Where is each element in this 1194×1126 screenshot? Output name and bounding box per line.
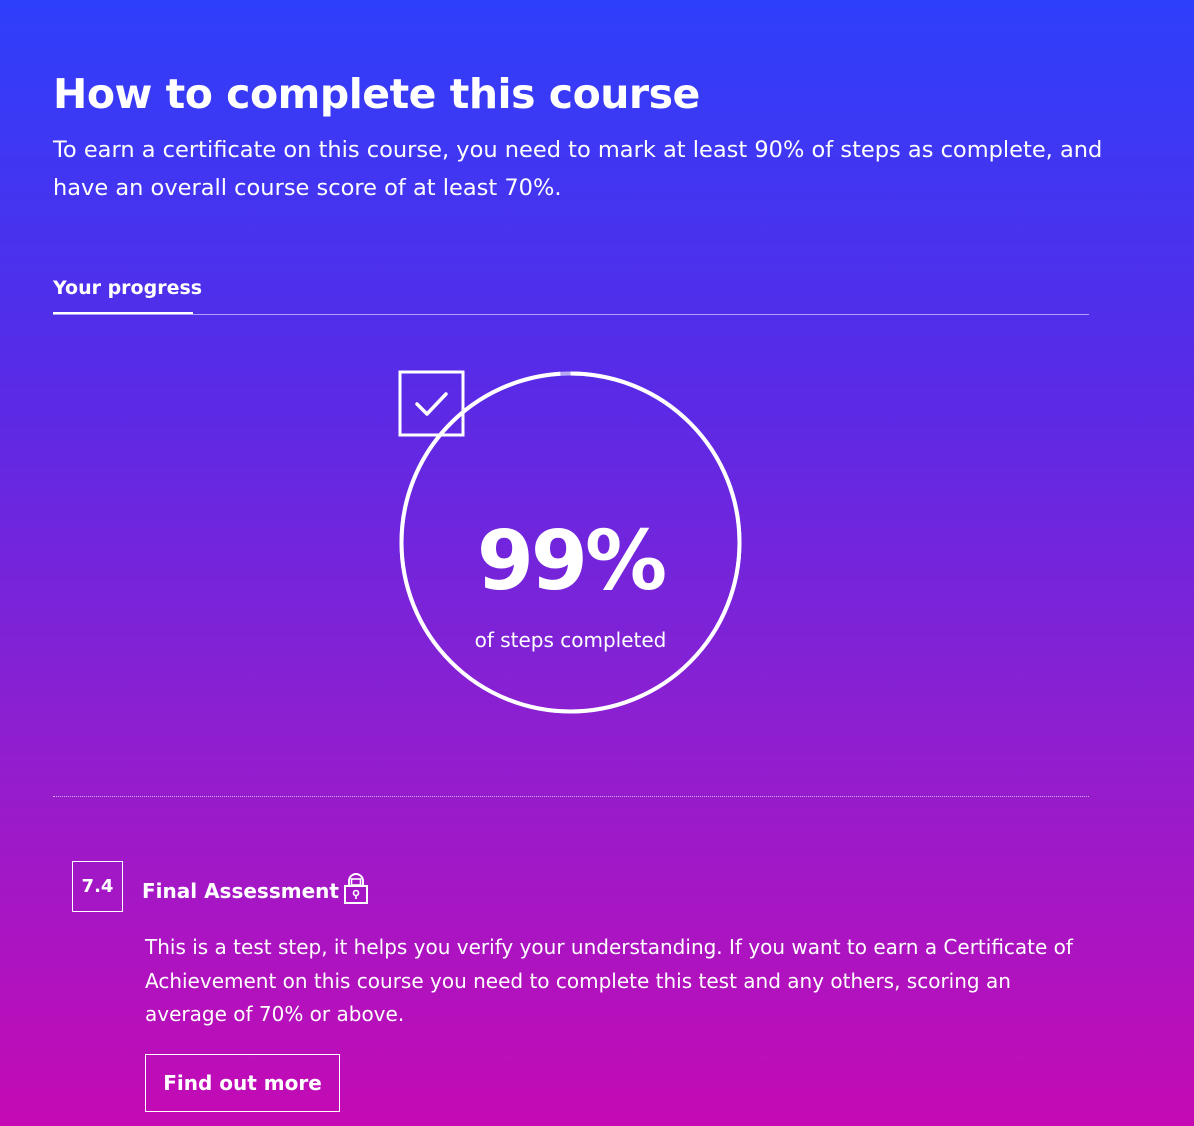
checkbox-icon	[398, 370, 465, 437]
step-number-badge: 7.4	[72, 861, 123, 912]
step-title: Final Assessment	[142, 879, 339, 903]
progress-percent: 99%	[476, 514, 667, 609]
progress-caption: of steps completed	[474, 628, 667, 652]
progress-tabs: Your progress	[53, 273, 1089, 315]
lock-icon	[344, 873, 368, 904]
page-title: How to complete this course	[53, 70, 700, 118]
section-divider	[53, 796, 1089, 797]
find-out-more-button[interactable]: Find out more	[145, 1054, 340, 1112]
tab-your-progress[interactable]: Your progress	[53, 273, 202, 314]
course-intro-text: To earn a certificate on this course, yo…	[53, 137, 1103, 201]
step-description: This is a test step, it helps you verify…	[145, 935, 1073, 1026]
progress-ring: 99% of steps completed	[398, 370, 743, 715]
